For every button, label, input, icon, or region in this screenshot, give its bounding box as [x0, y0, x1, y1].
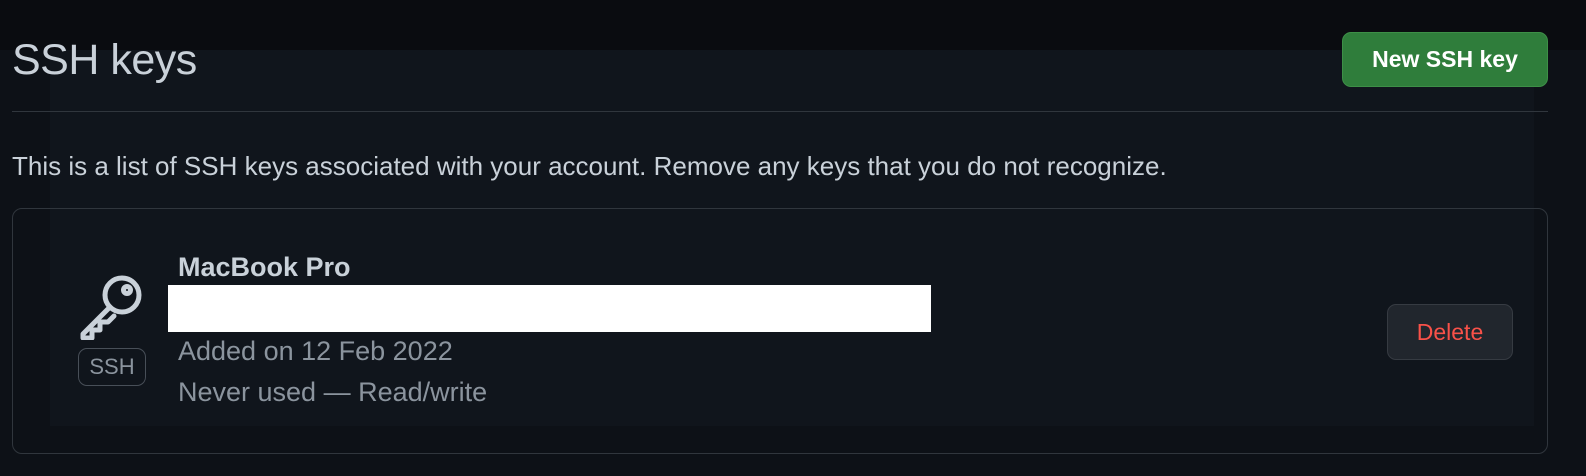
header-divider — [12, 111, 1548, 112]
keys-description: This is a list of SSH keys associated wi… — [12, 151, 1167, 181]
redacted-fingerprint — [168, 285, 931, 332]
ssh-key-title: MacBook Pro — [178, 252, 351, 282]
new-ssh-key-button[interactable]: New SSH key — [1342, 32, 1548, 87]
delete-ssh-key-button[interactable]: Delete — [1387, 304, 1513, 360]
ssh-key-usage: Never used — Read/write — [178, 377, 488, 407]
ssh-badge: SSH — [78, 348, 146, 386]
ssh-key-added-date: Added on 12 Feb 2022 — [178, 336, 453, 366]
page-title: SSH keys — [12, 36, 197, 84]
key-icon — [78, 272, 146, 341]
